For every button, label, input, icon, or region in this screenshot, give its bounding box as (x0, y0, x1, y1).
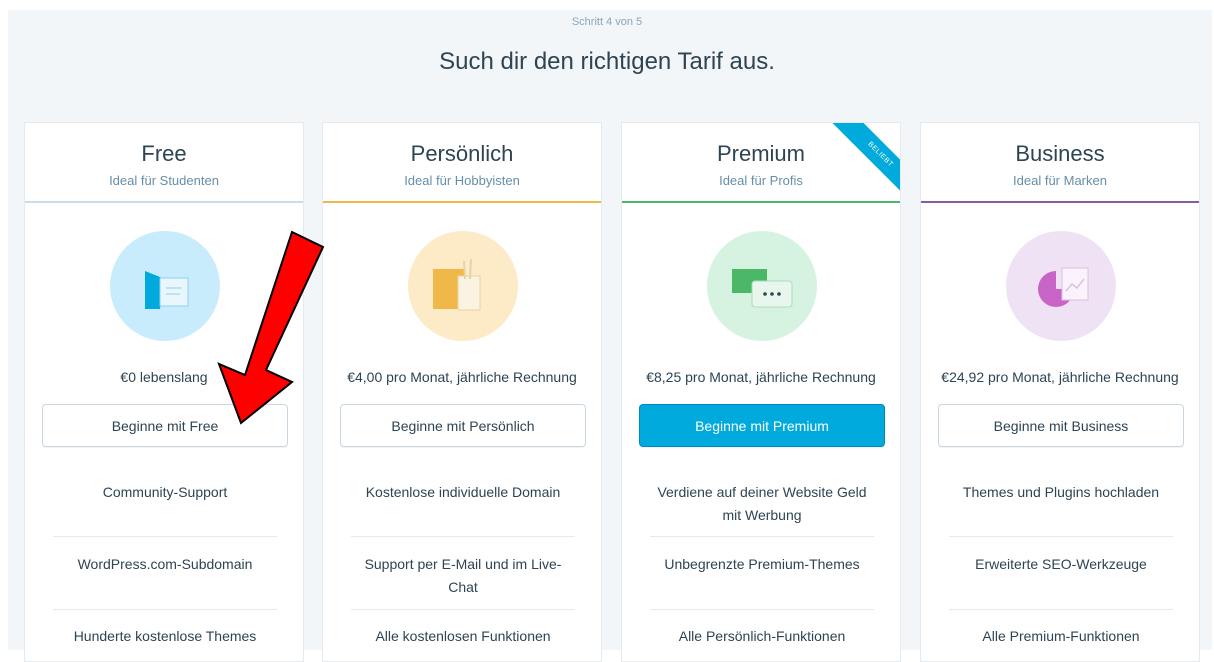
plan-name: Persönlich (410, 141, 514, 166)
step-indicator: Schritt 4 von 5 (571, 16, 643, 28)
start-free-button[interactable]: Beginne mit Free (42, 404, 288, 447)
start-business-button[interactable]: Beginne mit Business (938, 404, 1184, 447)
feature-item: Alle Premium-Funktionen (982, 628, 1140, 644)
divider (949, 536, 1173, 537)
feature-item: Unbegrenzte Premium-Themes (664, 556, 860, 572)
feature-item: Hunderte kostenlose Themes (73, 628, 257, 644)
popular-ribbon-label: BELIEBT (826, 123, 900, 202)
personal-plan-icon (408, 231, 518, 341)
feature-item: Community-Support (102, 484, 228, 500)
plan-name: Business (1015, 141, 1105, 166)
divider (949, 609, 1173, 610)
feature-item: WordPress.com-Subdomain (77, 556, 253, 572)
plan-card-business: Business Ideal für Marken €24,92 pro Mon… (920, 122, 1200, 662)
plan-subtitle: Ideal für Hobbyisten (404, 173, 520, 188)
feature-item: Alle Persönlich-Funktionen (678, 628, 846, 644)
plan-price: €4,00 pro Monat, jährliche Rechnung (347, 369, 577, 385)
plan-header: Persönlich Ideal für Hobbyisten (323, 123, 601, 203)
plan-price: €0 lebenslang (120, 369, 208, 385)
plan-card-free: Free Ideal für Studenten €0 lebenslang B… (24, 122, 304, 662)
divider (53, 609, 277, 610)
page-title: Such dir den richtigen Tarif aus. (439, 48, 775, 75)
plan-price: €8,25 pro Monat, jährliche Rechnung (646, 369, 876, 385)
plan-header: Free Ideal für Studenten (25, 123, 303, 203)
divider (351, 536, 575, 537)
business-plan-icon (1006, 231, 1116, 341)
divider (351, 609, 575, 610)
feature-item: Kostenlose individuelle Domain (365, 484, 561, 500)
plan-subtitle: Ideal für Marken (1013, 173, 1107, 188)
start-personal-button[interactable]: Beginne mit Persönlich (340, 404, 586, 447)
plan-card-premium: Premium Ideal für Profis BELIEBT €8,25 p… (621, 122, 901, 662)
feature-item: Themes und Plugins hochladen (962, 484, 1160, 500)
feature-item: Alle kostenlosen Funktionen (375, 628, 551, 644)
popular-ribbon: BELIEBT (821, 123, 900, 202)
plan-price: €24,92 pro Monat, jährliche Rechnung (941, 369, 1179, 385)
feature-item: Verdiene auf deiner Website Geld mit Wer… (657, 484, 867, 523)
divider (650, 609, 874, 610)
feature-item: Erweiterte SEO-Werkzeuge (975, 556, 1147, 572)
divider (53, 536, 277, 537)
plan-name: Free (141, 141, 187, 166)
plan-card-personal: Persönlich Ideal für Hobbyisten €4,00 pr… (322, 122, 602, 662)
start-premium-button[interactable]: Beginne mit Premium (639, 404, 885, 447)
divider (650, 536, 874, 537)
plan-subtitle: Ideal für Studenten (109, 173, 219, 188)
plan-header: Business Ideal für Marken (921, 123, 1199, 203)
free-plan-icon (110, 231, 220, 341)
premium-plan-icon (707, 231, 817, 341)
feature-item: Support per E-Mail und im Live-Chat (364, 556, 562, 595)
